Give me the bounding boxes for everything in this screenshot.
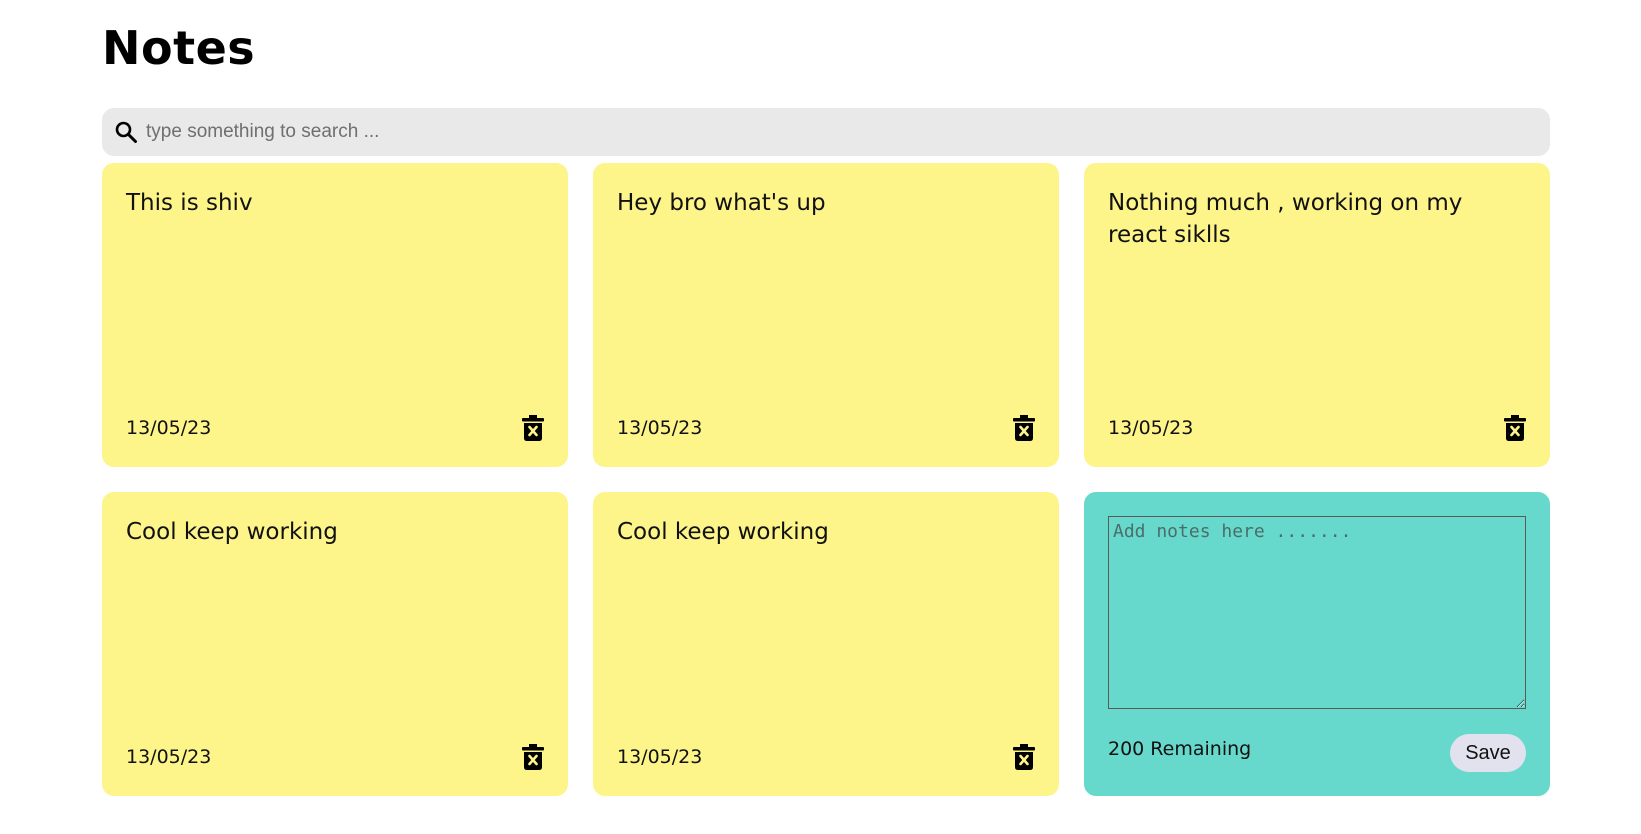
note-card: This is shiv 13/05/23	[102, 163, 568, 467]
note-card: Cool keep working 13/05/23	[593, 492, 1059, 796]
note-footer: 13/05/23	[617, 415, 1035, 441]
note-text: Nothing much , working on my react sikll…	[1108, 190, 1463, 248]
delete-icon[interactable]	[1013, 415, 1035, 441]
note-text: This is shiv	[126, 190, 253, 216]
delete-icon[interactable]	[522, 744, 544, 770]
note-text: Cool keep working	[126, 519, 338, 545]
note-text: Hey bro what's up	[617, 190, 826, 216]
note-card: Hey bro what's up 13/05/23	[593, 163, 1059, 467]
notes-grid: This is shiv 13/05/23 Hey bro what's up …	[102, 163, 1550, 796]
note-footer: 13/05/23	[126, 744, 544, 770]
search-input[interactable]	[144, 111, 1528, 153]
save-button[interactable]: Save	[1450, 734, 1526, 772]
note-text: Cool keep working	[617, 519, 829, 545]
delete-icon[interactable]	[522, 415, 544, 441]
delete-icon[interactable]	[1013, 744, 1035, 770]
search-icon	[114, 120, 138, 144]
new-note-footer: 200 Remaining Save	[1108, 734, 1526, 772]
note-date: 13/05/23	[617, 746, 703, 768]
characters-remaining: 200 Remaining	[1108, 738, 1252, 760]
note-date: 13/05/23	[617, 417, 703, 439]
note-date: 13/05/23	[126, 746, 212, 768]
page-title: Notes	[102, 21, 256, 75]
note-footer: 13/05/23	[126, 415, 544, 441]
note-date: 13/05/23	[126, 417, 212, 439]
note-footer: 13/05/23	[1108, 415, 1526, 441]
note-card: Cool keep working 13/05/23	[102, 492, 568, 796]
note-date: 13/05/23	[1108, 417, 1194, 439]
delete-icon[interactable]	[1504, 415, 1526, 441]
search-bar	[102, 108, 1550, 156]
note-footer: 13/05/23	[617, 744, 1035, 770]
new-note-card: 200 Remaining Save	[1084, 492, 1550, 796]
new-note-textarea[interactable]	[1108, 516, 1526, 709]
note-card: Nothing much , working on my react sikll…	[1084, 163, 1550, 467]
